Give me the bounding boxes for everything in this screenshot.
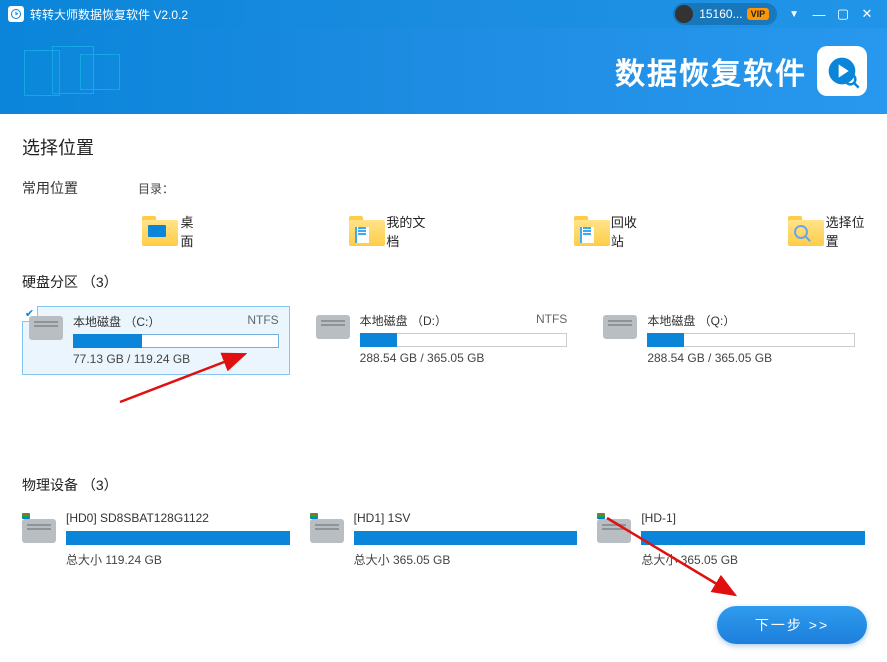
minimize-button[interactable]: — <box>807 7 831 22</box>
settings-caret-icon[interactable]: ▼ <box>789 9 799 20</box>
common-locations: 桌面 我的文档 回收站 选择位置 <box>142 212 865 250</box>
location-label: 我的文档 <box>386 212 425 250</box>
phys-drive-icon <box>310 519 344 543</box>
phys-name: [HD-1] <box>641 511 865 525</box>
phys-usage-bar <box>354 531 578 545</box>
location-label: 桌面 <box>180 212 201 250</box>
phys-name: [HD0] SD8SBAT128G1122 <box>66 511 290 525</box>
physical-list: [HD0] SD8SBAT128G1122 总大小 119.24 GB [HD1] … <box>22 509 865 570</box>
physical-device-card[interactable]: [HD0] SD8SBAT128G1122 总大小 119.24 GB <box>22 509 290 570</box>
partition-usage-bar <box>647 333 855 347</box>
titlebar: 转转大师数据恢复软件 V2.0.2 15160... VIP ▼ — ▢ ✕ <box>0 0 887 28</box>
drive-icon <box>603 315 637 339</box>
partition-card[interactable]: ✔本地磁盘 （D:）NTFS288.54 GB / 365.05 GB <box>310 306 578 375</box>
phys-size: 总大小 365.05 GB <box>354 551 578 568</box>
app-title: 转转大师数据恢复软件 V2.0.2 <box>30 6 188 23</box>
partition-fs: NTFS <box>536 312 567 329</box>
phys-size: 总大小 365.05 GB <box>641 551 865 568</box>
folder-choose-icon <box>788 216 815 246</box>
partition-usage-bar <box>73 334 279 348</box>
location-recycle[interactable]: 回收站 <box>574 212 641 250</box>
next-button-label: 下一步 >> <box>755 615 829 635</box>
phys-usage-bar <box>66 531 290 545</box>
phys-drive-icon <box>22 519 56 543</box>
folder-documents-icon <box>349 216 376 246</box>
location-choose[interactable]: 选择位置 <box>788 212 865 250</box>
location-documents[interactable]: 我的文档 <box>349 212 426 250</box>
avatar <box>675 5 693 23</box>
location-label: 回收站 <box>611 212 640 250</box>
partition-size: 77.13 GB / 119.24 GB <box>73 352 279 366</box>
phys-drive-icon <box>597 519 631 543</box>
folder-desktop-icon <box>142 216 170 246</box>
partitions-list: ✔本地磁盘 （C:）NTFS77.13 GB / 119.24 GB✔本地磁盘 … <box>22 306 865 375</box>
page-title: 选择位置 <box>22 134 865 160</box>
banner-logo <box>817 46 867 96</box>
common-locations-label: 常用位置 <box>22 178 138 198</box>
banner-decoration <box>24 40 144 102</box>
partition-fs: NTFS <box>247 313 278 330</box>
maximize-button[interactable]: ▢ <box>831 6 855 22</box>
app-icon <box>8 6 24 22</box>
partitions-heading: 硬盘分区 （3） <box>22 272 865 292</box>
partition-size: 288.54 GB / 365.05 GB <box>360 351 568 365</box>
user-id: 15160... <box>699 7 742 21</box>
user-pill[interactable]: 15160... VIP <box>673 3 777 25</box>
partition-size: 288.54 GB / 365.05 GB <box>647 351 855 365</box>
physical-heading: 物理设备 （3） <box>22 475 865 495</box>
partition-name: 本地磁盘 （C:） <box>73 313 160 330</box>
location-label: 选择位置 <box>826 212 865 250</box>
banner-title: 数据恢复软件 <box>615 49 807 93</box>
directory-label: 目录： <box>138 180 174 197</box>
partition-name: 本地磁盘 （Q:） <box>647 312 735 329</box>
phys-size: 总大小 119.24 GB <box>66 551 290 568</box>
vip-badge: VIP <box>747 8 770 20</box>
location-desktop[interactable]: 桌面 <box>142 212 201 250</box>
partition-name: 本地磁盘 （D:） <box>360 312 447 329</box>
header-banner: 数据恢复软件 <box>0 28 887 114</box>
phys-name: [HD1] 1SV <box>354 511 578 525</box>
drive-icon <box>29 316 63 340</box>
partition-usage-bar <box>360 333 568 347</box>
partition-card[interactable]: ✔本地磁盘 （Q:）288.54 GB / 365.05 GB <box>597 306 865 375</box>
next-button[interactable]: 下一步 >> <box>717 606 867 644</box>
physical-device-card[interactable]: [HD-1] 总大小 365.05 GB <box>597 509 865 570</box>
folder-recycle-icon <box>574 216 601 246</box>
physical-device-card[interactable]: [HD1] 1SV 总大小 365.05 GB <box>310 509 578 570</box>
drive-icon <box>316 315 350 339</box>
partition-card[interactable]: ✔本地磁盘 （C:）NTFS77.13 GB / 119.24 GB <box>22 306 290 375</box>
close-button[interactable]: ✕ <box>855 6 879 22</box>
phys-usage-bar <box>641 531 865 545</box>
